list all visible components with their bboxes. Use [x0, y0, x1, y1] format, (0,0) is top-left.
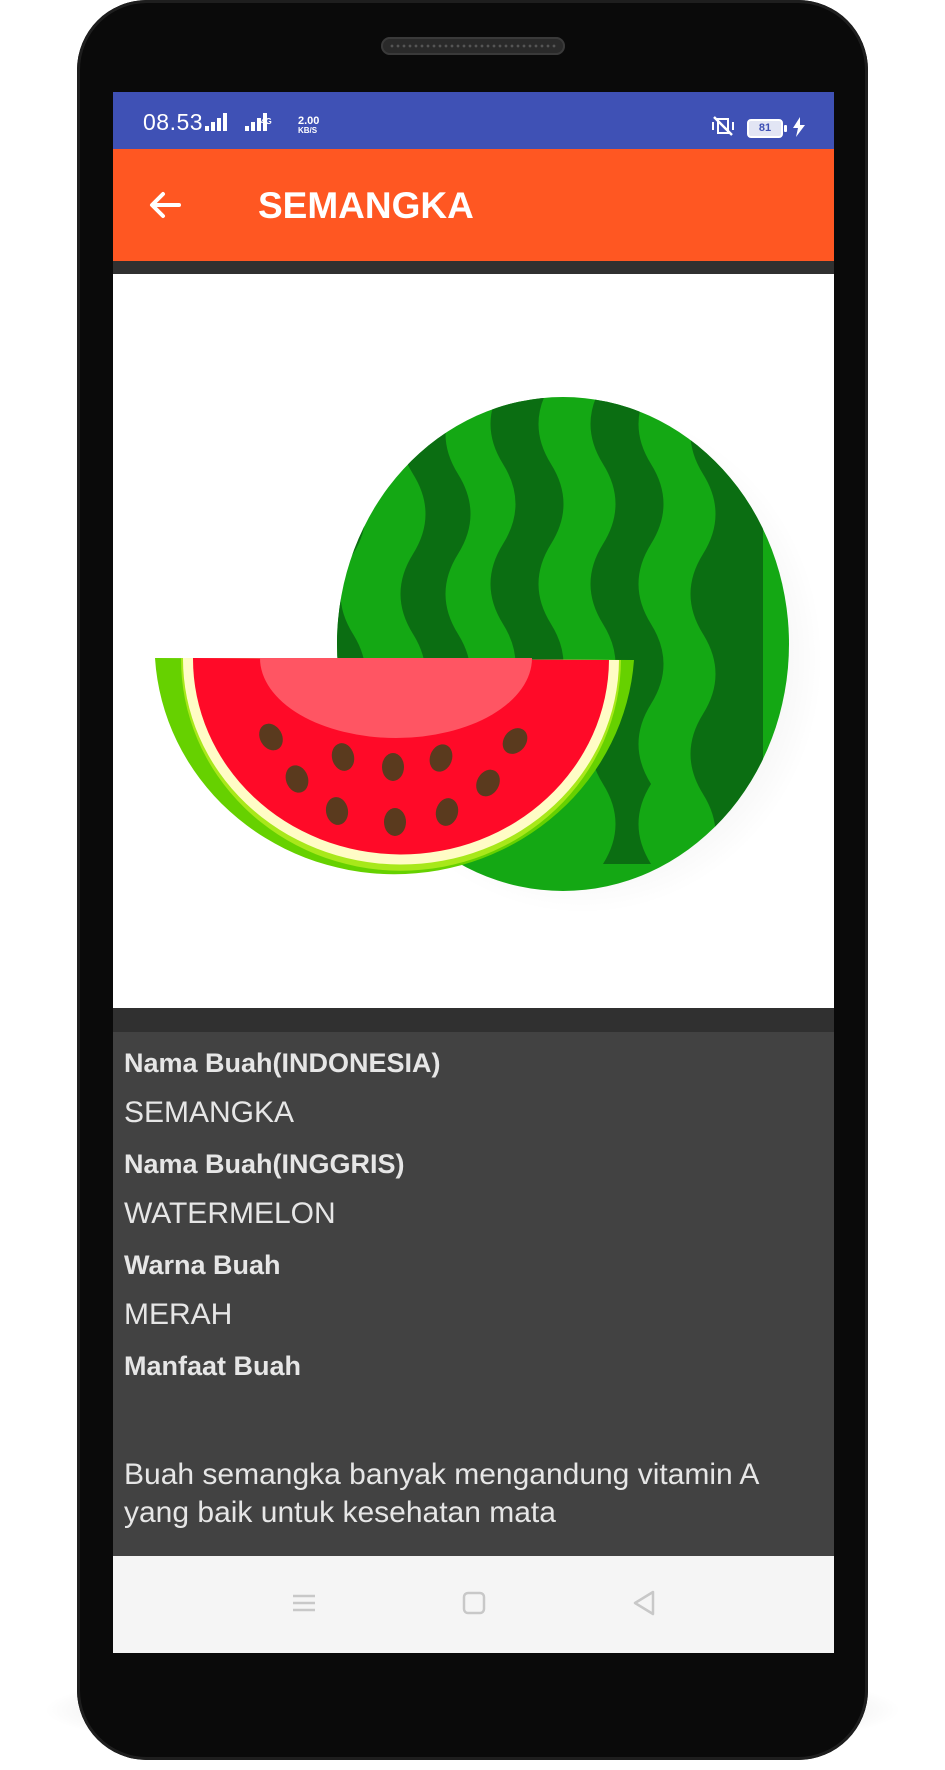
battery-icon: 81 — [747, 119, 787, 138]
status-bar: 08.53 4G 2.00 KB/S 81 — [113, 92, 834, 149]
fruit-details: Nama Buah(INDONESIA) SEMANGKA Nama Buah(… — [113, 1032, 834, 1556]
system-nav-bar — [113, 1556, 834, 1653]
menu-icon[interactable] — [289, 1588, 319, 1618]
watermelon-image — [155, 397, 823, 914]
app-bar: SEMANGKA — [113, 149, 834, 261]
signal-icon-sim2 — [245, 111, 267, 131]
back-triangle-icon[interactable] — [629, 1588, 659, 1618]
page-title: SEMANGKA — [258, 185, 474, 226]
color-value: MERAH — [124, 1298, 233, 1331]
network-speed: 2.00 KB/S — [298, 116, 319, 136]
app-screen: 08.53 4G 2.00 KB/S 81 SEMANGKA — [113, 92, 834, 1653]
earpiece-speaker — [381, 37, 565, 55]
charging-icon — [793, 117, 805, 137]
status-time: 08.53 — [143, 109, 204, 135]
home-icon[interactable] — [459, 1588, 489, 1618]
benefit-label: Manfaat Buah — [124, 1351, 302, 1381]
name-english-label: Nama Buah(INGGRIS) — [124, 1149, 405, 1179]
vibrate-mute-icon — [712, 116, 734, 136]
signal-icon — [205, 111, 227, 131]
name-indonesia-label: Nama Buah(INDONESIA) — [124, 1048, 441, 1078]
name-indonesia-value: SEMANGKA — [124, 1096, 295, 1129]
back-arrow-icon[interactable] — [141, 181, 189, 229]
fruit-image-card — [113, 274, 834, 1008]
color-label: Warna Buah — [124, 1250, 281, 1280]
name-english-value: WATERMELON — [124, 1197, 336, 1230]
speed-unit: KB/S — [298, 126, 318, 135]
benefit-value: Buah semangka banyak mengandung vitamin … — [124, 1458, 758, 1529]
